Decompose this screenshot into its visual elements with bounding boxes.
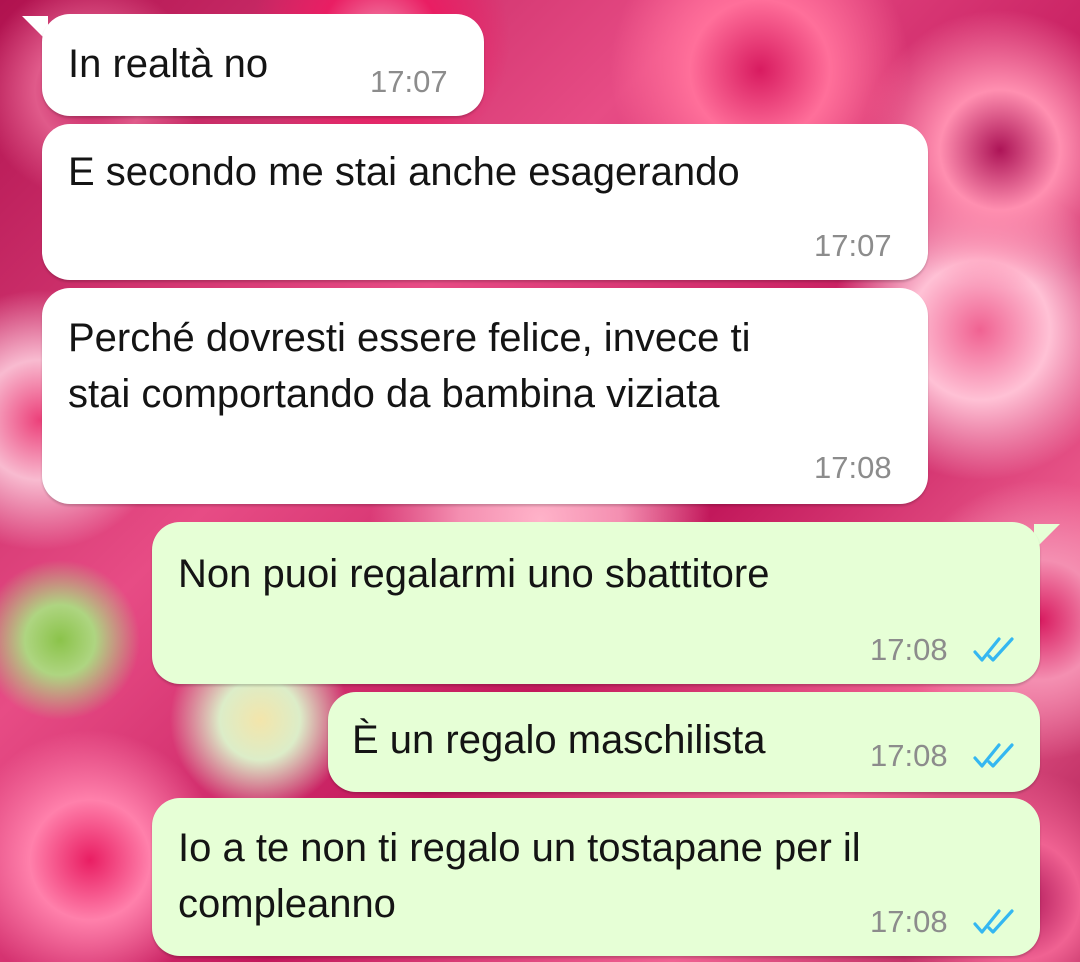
message-bubble-incoming[interactable]: E secondo me stai anche esagerando 17:07 (42, 124, 928, 280)
message-text: Perché dovresti essere felice, invece ti… (68, 316, 751, 416)
message-timestamp: 17:08 (870, 904, 948, 939)
read-double-check-icon (973, 743, 1014, 768)
message-timestamp: 17:08 (870, 738, 948, 773)
read-double-check-icon (973, 909, 1014, 934)
message-timestamp: 17:07 (370, 64, 448, 99)
message-text: Non puoi regalarmi uno sbattitore (178, 552, 770, 596)
message-bubble-outgoing[interactable]: Io a te non ti regalo un tostapane per i… (152, 798, 1040, 956)
message-text: In realtà no (68, 42, 269, 86)
read-double-check-icon (973, 637, 1014, 662)
message-timestamp: 17:08 (870, 632, 948, 667)
message-bubble-outgoing[interactable]: È un regalo maschilista 17:08 (328, 692, 1040, 792)
message-text: È un regalo maschilista (352, 718, 766, 762)
chat-message-list[interactable]: In realtà no 17:07 E secondo me stai anc… (0, 0, 1080, 962)
message-text: Io a te non ti regalo un tostapane per i… (178, 826, 861, 926)
message-bubble-incoming[interactable]: Perché dovresti essere felice, invece ti… (42, 288, 928, 504)
message-bubble-outgoing[interactable]: Non puoi regalarmi uno sbattitore 17:08 (152, 522, 1040, 684)
message-timestamp: 17:07 (814, 228, 892, 263)
message-bubble-incoming[interactable]: In realtà no 17:07 (42, 14, 484, 116)
message-timestamp: 17:08 (814, 450, 892, 485)
message-text: E secondo me stai anche esagerando (68, 150, 740, 194)
